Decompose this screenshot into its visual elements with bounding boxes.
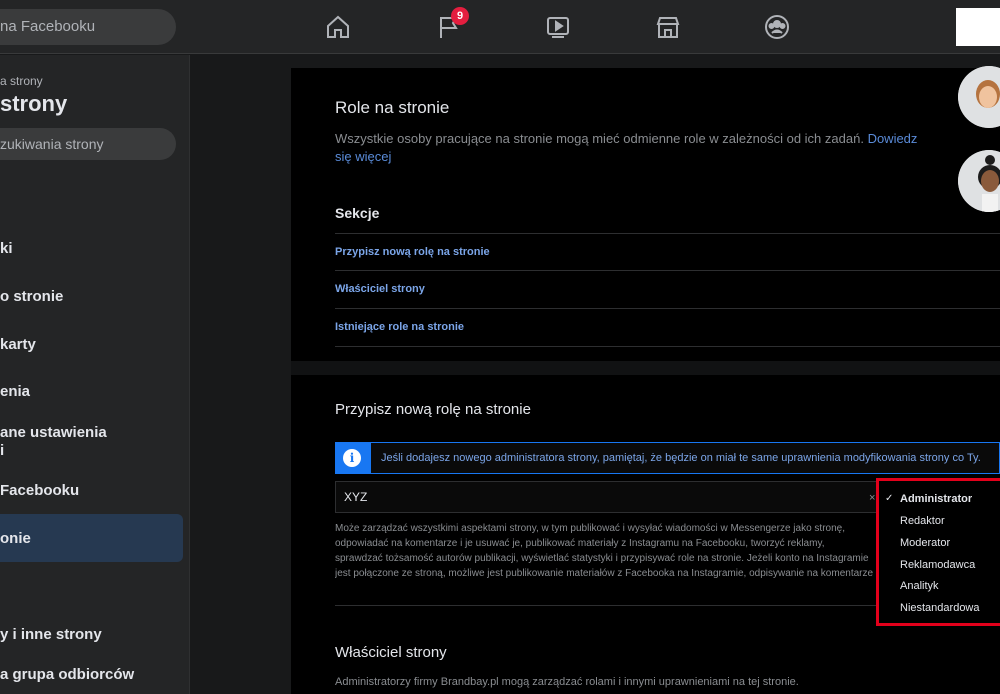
role-permissions-description: Może zarządzać wszystkimi aspektami stro… (335, 523, 874, 579)
sidebar-item[interactable]: ki (0, 240, 13, 257)
sidebar-search-input[interactable]: zukiwania strony (0, 128, 176, 160)
sidebar-item[interactable]: ane ustawienia (0, 424, 107, 441)
watch-video-icon[interactable] (544, 13, 572, 41)
section-link-assign-role[interactable]: Przypisz nową rolę na stronie (335, 246, 490, 258)
settings-sidebar: a strony strony zukiwania strony ki o st… (0, 55, 190, 694)
sidebar-item[interactable]: y i inne strony (0, 626, 102, 643)
info-icon: i (343, 449, 361, 467)
page-owner-heading: Właściciel strony (335, 644, 447, 661)
sidebar-item[interactable]: karty (0, 336, 36, 353)
role-option-custom[interactable]: Niestandardowa (900, 602, 980, 614)
role-option-advertiser[interactable]: Reklamodawca (900, 559, 975, 571)
person-name-input[interactable]: XYZ (335, 481, 885, 513)
sidebar-item[interactable]: Facebooku (0, 482, 79, 499)
role-option-editor[interactable]: Redaktor (900, 515, 945, 527)
section-link-existing-roles[interactable]: Istniejące role na stronie (335, 321, 464, 333)
selected-check-icon: ✓ (885, 493, 894, 504)
top-navigation-bar: na Facebooku 9 (0, 0, 1000, 54)
home-icon[interactable] (324, 13, 352, 41)
sidebar-item-continued[interactable]: i (0, 442, 4, 459)
description-text: Wszystkie osoby pracujące na stronie mog… (335, 131, 864, 146)
role-option-administrator[interactable]: Administrator (900, 493, 972, 505)
sidebar-item[interactable]: enia (0, 383, 30, 400)
role-dropdown-menu: ✓ Administrator Redaktor Moderator Rekla… (876, 478, 1000, 626)
role-option-analyst[interactable]: Analityk (900, 580, 939, 592)
page-title: Role na stronie (335, 98, 450, 117)
profile-area[interactable] (956, 8, 1000, 46)
sidebar-item[interactable]: o stronie (0, 288, 63, 305)
section-separator (291, 361, 1000, 375)
sidebar-breadcrumb: a strony (0, 74, 43, 88)
section-link-page-owner[interactable]: Właściciel strony (335, 283, 425, 295)
sidebar-item[interactable]: a grupa odbiorców (0, 666, 134, 683)
notification-badge: 9 (451, 7, 469, 25)
divider (335, 233, 1000, 234)
divider (335, 308, 1000, 309)
groups-icon[interactable] (763, 13, 791, 41)
sidebar-item-page-roles[interactable]: onie (0, 530, 31, 547)
role-option-moderator[interactable]: Moderator (900, 537, 950, 549)
clear-input-icon[interactable]: × (869, 492, 875, 504)
divider (335, 346, 1000, 347)
divider (335, 270, 1000, 271)
marketplace-icon[interactable] (654, 13, 682, 41)
assign-role-heading: Przypisz nową rolę na stronie (335, 401, 531, 418)
sidebar-title: strony (0, 91, 68, 116)
sections-heading: Sekcje (335, 205, 380, 221)
content-gutter (191, 55, 291, 694)
admin-info-banner: i Jeśli dodajesz nowego administratora s… (335, 442, 1000, 474)
page-description: Wszystkie osoby pracujące na stronie mog… (335, 130, 925, 166)
facebook-search-input[interactable]: na Facebooku (0, 9, 176, 45)
info-banner-text: Jeśli dodajesz nowego administratora str… (381, 452, 981, 464)
page-owner-description: Administratorzy firmy Brandbay.pl mogą z… (335, 676, 799, 688)
